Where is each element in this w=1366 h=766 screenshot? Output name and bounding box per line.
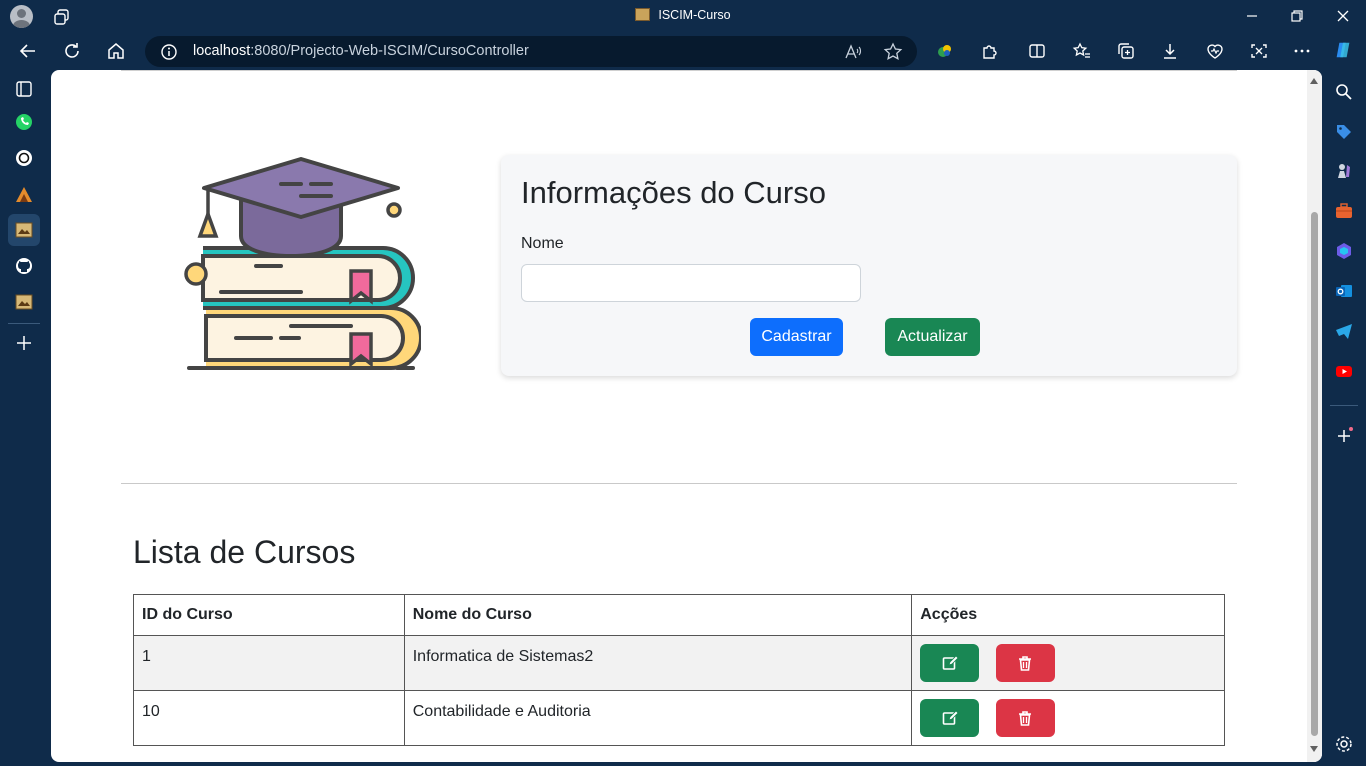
table-row: 1 Informatica de Sistemas2 [133,635,1225,691]
add-app-icon[interactable] [1334,426,1354,446]
window-title: ISCIM-Curso [0,8,1366,22]
table-row: 10 Contabilidade e Auditoria [133,690,1225,746]
favorite-star-icon[interactable] [883,42,903,62]
extension-colored-icon[interactable] [935,41,955,61]
trash-icon [1019,656,1032,671]
table-header-row: ID do Curso Nome do Curso Acções [133,594,1225,636]
section-divider [121,483,1237,484]
games-chess-icon[interactable] [1334,161,1354,181]
courses-table: ID do Curso Nome do Curso Acções 1 Infor… [133,594,1225,746]
course-name-input[interactable] [521,264,861,302]
screenshot-icon[interactable] [1249,41,1269,61]
microsoft365-icon[interactable] [1334,241,1354,261]
trash-icon [1019,711,1032,726]
page-content: Informações do Curso Nome Cadastrar Actu… [51,70,1322,762]
sidebar-divider [8,323,40,324]
settings-gear-icon[interactable] [1334,734,1354,754]
update-button[interactable]: Actualizar [885,318,980,356]
left-sidebar [0,70,51,766]
scroll-up-arrow-icon[interactable] [1310,78,1318,84]
split-screen-icon[interactable] [1027,41,1047,61]
browser-essentials-icon[interactable] [1205,41,1225,61]
more-options-icon[interactable] [1292,41,1312,61]
copilot-icon[interactable] [1333,40,1355,62]
pencil-square-icon [942,655,958,670]
top-divider [121,70,1237,71]
window-title-bar: ISCIM-Curso [0,0,1366,33]
app-logo-icon[interactable] [14,184,34,204]
delete-button[interactable] [995,644,1055,682]
github-icon[interactable] [14,256,34,276]
scrollbar-thumb[interactable] [1311,212,1318,736]
shopping-tag-icon[interactable] [1334,122,1354,142]
browser-toolbar: localhost:8080/Projecto-Web-ISCIM/CursoC… [0,33,1366,70]
column-header-id: ID do Curso [133,594,405,636]
back-arrow-icon[interactable] [17,40,39,62]
iscim-site-icon[interactable] [14,292,34,312]
pencil-square-icon [942,710,958,725]
name-label: Nome [521,235,564,252]
close-icon[interactable] [1333,6,1353,26]
site-info-icon[interactable] [160,43,178,61]
register-button[interactable]: Cadastrar [750,318,843,356]
form-title: Informações do Curso [521,175,826,210]
list-title: Lista de Cursos [133,534,356,570]
column-header-name: Nome do Curso [403,594,913,636]
column-header-actions: Acções [911,594,1225,636]
delete-button[interactable] [995,699,1055,737]
tab-actions-icon[interactable] [14,79,34,99]
edit-button[interactable] [920,644,980,682]
site-favicon-icon [635,8,651,21]
favorites-list-icon[interactable] [1072,41,1092,61]
refresh-icon[interactable] [61,40,83,62]
downloads-icon[interactable] [1160,41,1180,61]
home-icon[interactable] [105,40,127,62]
send-telegram-icon[interactable] [1334,321,1354,341]
course-id-cell: 1 [133,635,405,691]
read-aloud-icon[interactable] [843,42,863,62]
right-sidebar [1322,70,1366,766]
course-name-cell: Informatica de Sistemas2 [403,635,913,691]
graduation-books-illustration [184,157,421,370]
url-text: localhost:8080/Projecto-Web-ISCIM/CursoC… [193,43,529,59]
add-sidebar-app-icon[interactable] [14,333,34,353]
scroll-down-arrow-icon[interactable] [1310,746,1318,752]
edit-button[interactable] [920,699,980,737]
search-icon[interactable] [1334,82,1354,102]
restore-icon[interactable] [1287,6,1307,26]
actions-cell [911,690,1225,746]
minimize-icon[interactable] [1242,6,1262,26]
iscim-curso-tab-icon[interactable] [8,214,40,246]
chatgpt-icon[interactable] [14,148,34,168]
sidebar-divider [1330,405,1358,406]
course-name-cell: Contabilidade e Auditoria [403,690,913,746]
youtube-icon[interactable] [1334,361,1354,381]
collections-icon[interactable] [1116,41,1136,61]
extensions-puzzle-icon[interactable] [980,41,1000,61]
course-form-card: Informações do Curso Nome Cadastrar Actu… [501,155,1237,376]
whatsapp-icon[interactable] [14,112,34,132]
vertical-scrollbar[interactable] [1307,70,1322,762]
actions-cell [911,635,1225,691]
address-bar[interactable]: localhost:8080/Projecto-Web-ISCIM/CursoC… [145,36,917,67]
course-id-cell: 10 [133,690,405,746]
tools-briefcase-icon[interactable] [1334,201,1354,221]
outlook-icon[interactable] [1334,281,1354,301]
